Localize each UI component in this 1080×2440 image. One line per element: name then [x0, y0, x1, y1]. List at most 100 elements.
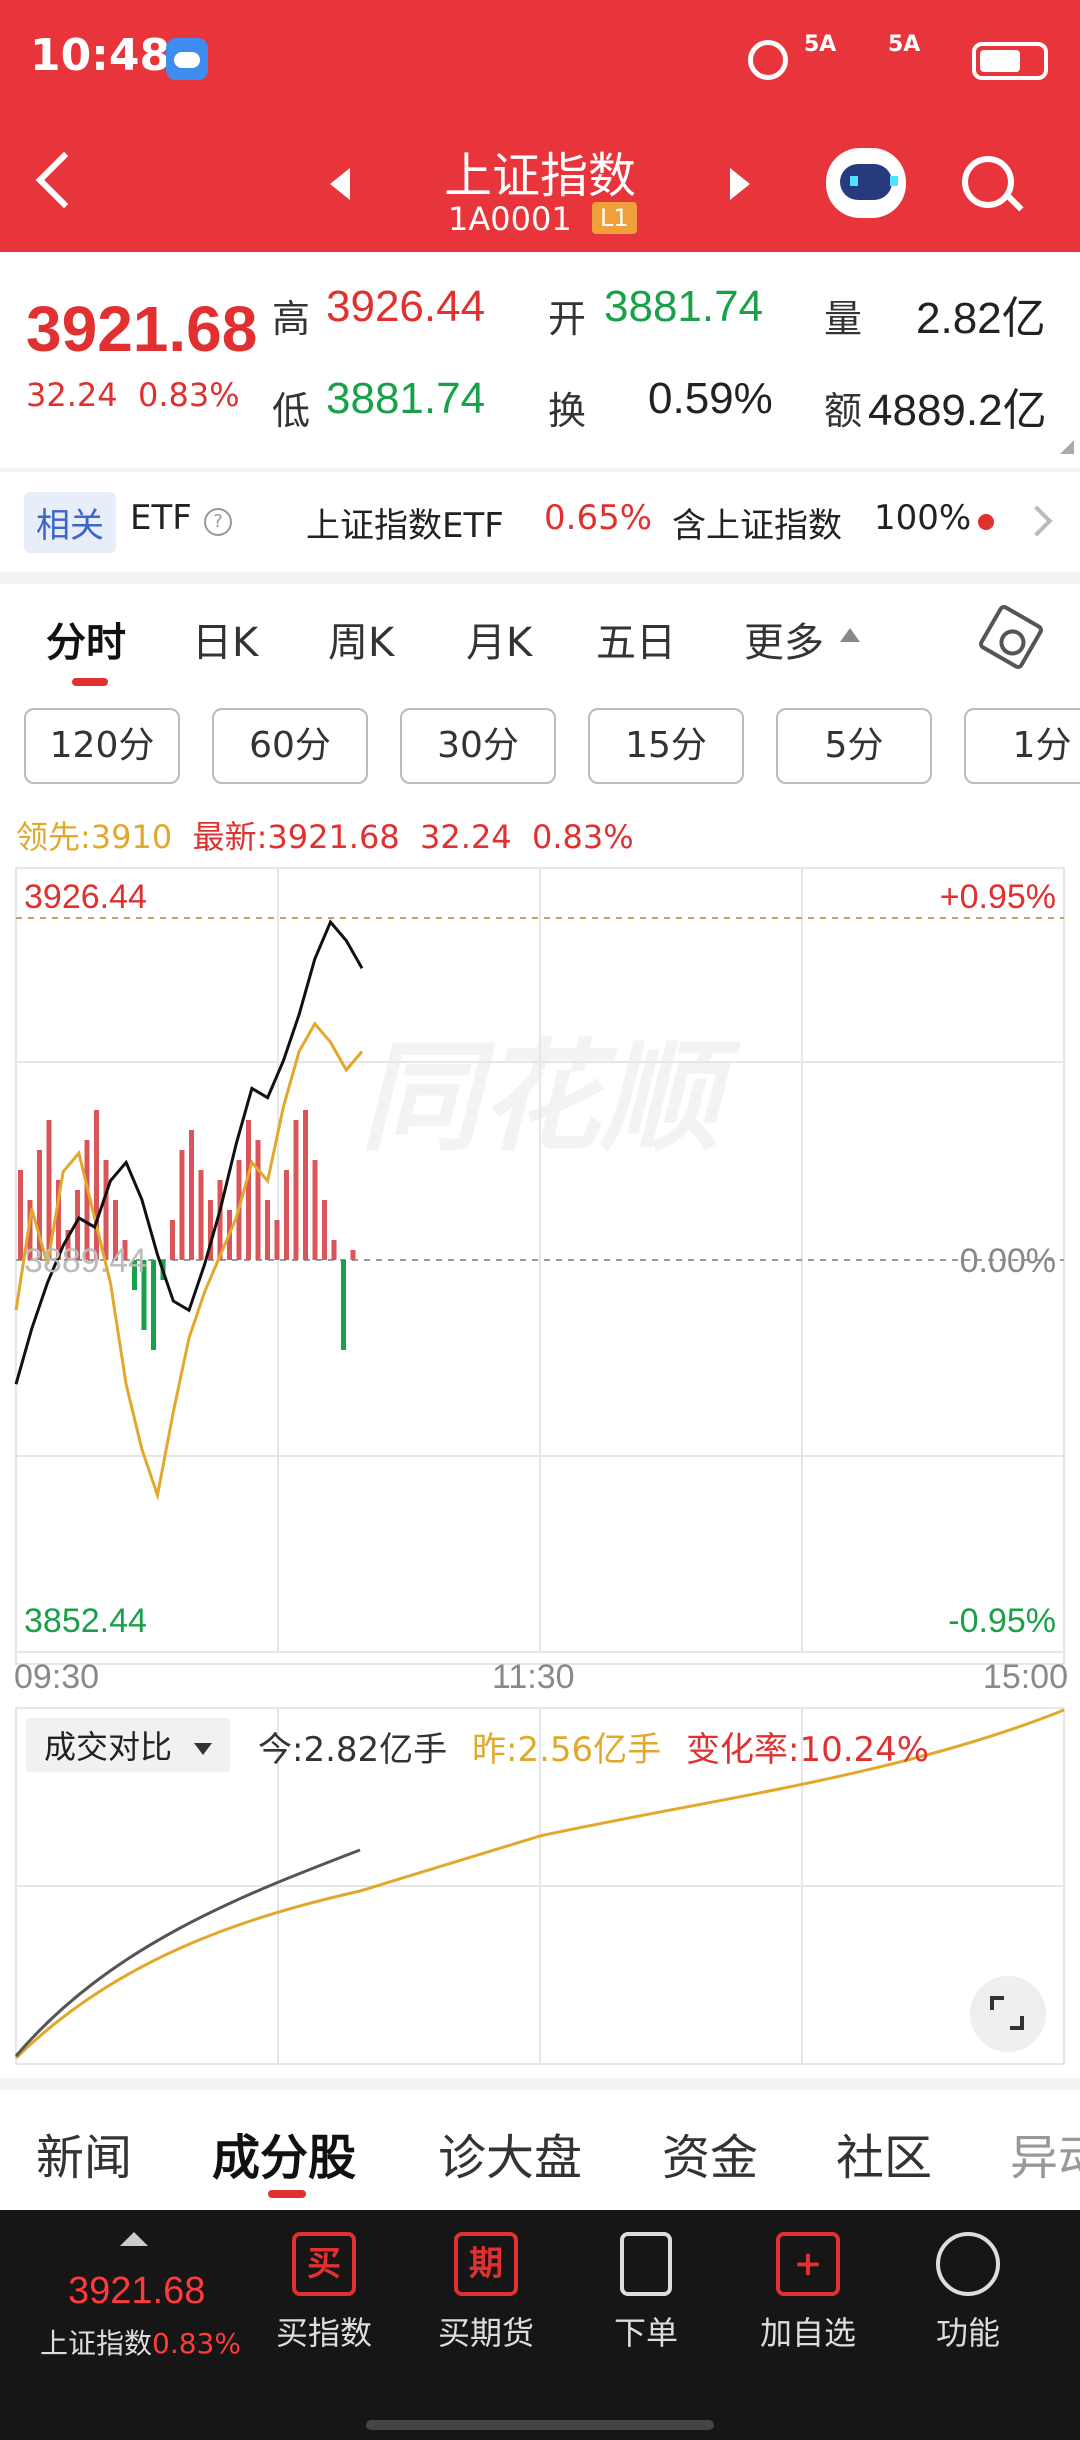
divider [0, 468, 1080, 472]
expand-corner-icon[interactable] [1060, 440, 1074, 454]
dock-label: 加自选 [759, 2314, 856, 2352]
chart-legend: 领先:3910 最新:3921.68 32.24 0.83% [16, 812, 634, 858]
etf-label: ETF [130, 498, 192, 538]
tab-community[interactable]: 社区 [836, 2118, 932, 2188]
dock-index-name: 上证指数 [40, 2327, 153, 2360]
turnover-label: 换 [548, 389, 587, 433]
functions-button[interactable]: 功能 [888, 2232, 1048, 2354]
turnover-value: 0.59% [648, 374, 773, 423]
amount-value: 4889.2亿 [868, 386, 1047, 435]
active-tab-indicator [72, 678, 108, 686]
signal-2-label: 5A [888, 32, 921, 57]
dock-label: 功能 [935, 2314, 1000, 2352]
legend-pct: 0.83% [532, 818, 634, 856]
time-start-label: 09:30 [14, 1658, 100, 1696]
volume-bar [170, 1220, 175, 1260]
buy-icon: 买 [292, 2232, 356, 2296]
tab-funds[interactable]: 资金 [662, 2118, 758, 2188]
bottom-dock: 3921.68 上证指数0.83% 买 买指数 期 买期货 下单 + 加自选 功… [0, 2210, 1080, 2440]
current-price: 3921.68 [26, 293, 258, 365]
y-high-pct: +0.95% [939, 878, 1056, 916]
volume-value: 2.82亿 [916, 294, 1046, 343]
buy-index-button[interactable]: 买 买指数 [244, 2232, 404, 2354]
caret-up-icon[interactable] [120, 2232, 148, 2246]
period-15[interactable]: 15分 [588, 708, 744, 784]
signal-1-label: 5A [804, 32, 837, 57]
tab-diagnosis[interactable]: 诊大盘 [438, 2118, 582, 2188]
y-high-label: 3926.44 [24, 878, 147, 916]
change-value: 32.24 [26, 376, 118, 414]
high-label: 高 [272, 297, 311, 341]
volume-bar [246, 1120, 251, 1260]
fullscreen-icon-corner [1010, 2016, 1024, 2030]
time-end-label: 15:00 [982, 1658, 1068, 1696]
related-etf-row[interactable]: 相关 ETF ? 上证指数ETF 0.65% 含上证指数 100% [0, 484, 1080, 564]
y-low-label: 3852.44 [24, 1602, 147, 1640]
price-change: 32.24 0.83% [26, 376, 240, 414]
place-order-button[interactable]: 下单 [566, 2232, 726, 2354]
today-volume: 今:2.82亿手 [258, 1730, 448, 1770]
high-value: 3926.44 [326, 282, 486, 331]
etf-contain-label: 含上证指数 [672, 506, 842, 546]
intraday-chart[interactable]: 同花顺 3926.44 +0.95% 3889.44 0.00% 3852.44… [0, 860, 1080, 1696]
tab-news[interactable]: 新闻 [36, 2118, 132, 2188]
status-icons: 5A 5A [748, 30, 1048, 90]
menu-icon [936, 2232, 1000, 2296]
tab-intraday[interactable]: 分时 [46, 610, 126, 668]
settings-icon[interactable] [976, 602, 1046, 672]
open-value: 3881.74 [604, 282, 764, 331]
futures-icon: 期 [454, 2232, 518, 2296]
period-selector: 120分 60分 30分 15分 5分 1分 [0, 704, 1080, 788]
period-120[interactable]: 120分 [24, 708, 180, 784]
fullscreen-icon[interactable] [970, 1976, 1046, 2052]
tab-five-day[interactable]: 五日 [596, 610, 676, 668]
robot-assistant-icon[interactable] [826, 148, 906, 218]
add-watchlist-button[interactable]: + 加自选 [728, 2232, 888, 2354]
active-tab-indicator [268, 2190, 306, 2198]
volume-bar [322, 1200, 327, 1260]
open-label: 开 [548, 297, 587, 341]
volume-bar [274, 1220, 280, 1260]
period-30[interactable]: 30分 [400, 708, 556, 784]
search-icon[interactable] [962, 156, 1014, 208]
tab-monthly-k[interactable]: 月K [466, 610, 532, 668]
dock-price: 3921.68 [68, 2270, 206, 2312]
period-1[interactable]: 1分 [964, 708, 1080, 784]
volume-bar [312, 1160, 318, 1260]
change-percent: 0.83% [137, 376, 240, 414]
dock-label: 买期货 [437, 2314, 534, 2352]
etf-name: 上证指数ETF [306, 506, 504, 546]
tab-anomaly[interactable]: 异动 [1010, 2118, 1080, 2188]
battery-icon [972, 42, 1048, 80]
next-index-icon[interactable] [730, 168, 750, 200]
chevron-right-icon[interactable] [1021, 505, 1053, 537]
chart-svg [14, 867, 1065, 1665]
volume-bar [189, 1130, 194, 1260]
change-rate: 变化率:10.24% [686, 1730, 930, 1770]
compare-select-label: 成交对比 [44, 1728, 173, 1766]
period-5[interactable]: 5分 [776, 708, 932, 784]
compare-panel: 成交对比 今:2.82亿手 昨:2.56亿手 变化率:10.24% [0, 1706, 1080, 2076]
volume-bar [18, 1170, 23, 1260]
home-indicator [366, 2420, 714, 2430]
volume-bar [151, 1260, 156, 1350]
volume-bar [255, 1140, 261, 1260]
caret-up-icon [840, 628, 860, 642]
nav-bar: 上证指数 1A0001 L1 [0, 120, 1080, 252]
status-time: 10:48 [30, 30, 171, 81]
tab-daily-k[interactable]: 日K [192, 610, 258, 668]
buy-futures-button[interactable]: 期 买期货 [406, 2232, 566, 2354]
compare-select[interactable]: 成交对比 [26, 1718, 231, 1772]
volume-bar [265, 1200, 270, 1260]
help-icon[interactable]: ? [204, 508, 232, 536]
period-60[interactable]: 60分 [212, 708, 368, 784]
dock-label: 下单 [613, 2314, 678, 2352]
tab-constituents[interactable]: 成分股 [212, 2118, 356, 2188]
time-mid-label: 11:30 [492, 1658, 575, 1696]
tab-more[interactable]: 更多 [744, 610, 824, 668]
volume-bar [303, 1110, 308, 1260]
volume-bar [293, 1120, 299, 1260]
caret-down-icon [194, 1743, 213, 1755]
tab-weekly-k[interactable]: 周K [328, 610, 394, 668]
etf-percent: 0.65% [544, 498, 653, 538]
